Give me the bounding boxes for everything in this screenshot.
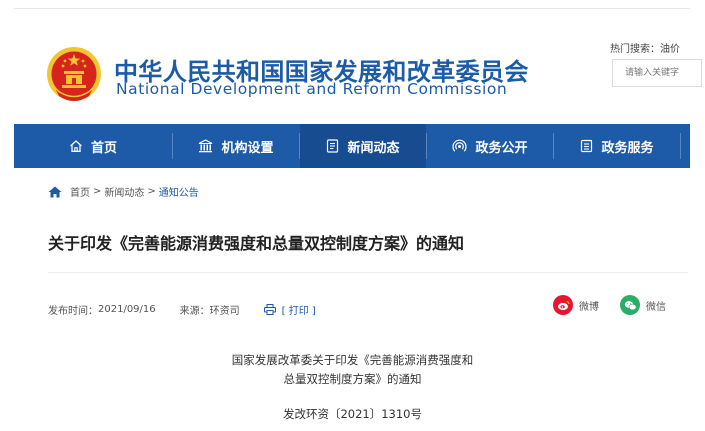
breadcrumb: 首页 > 新闻动态 > 通知公告	[48, 184, 199, 199]
source-label: 来源：	[179, 306, 210, 317]
search-input[interactable]	[613, 60, 701, 86]
document-number: 发改环资〔2021〕1310号	[282, 407, 423, 421]
share-weibo-label: 微博	[579, 301, 599, 313]
share-wechat-button[interactable]: 微信	[620, 295, 666, 315]
top-divider	[14, 8, 690, 9]
nav-label-organization: 机构设置	[221, 140, 274, 156]
print-label: [ 打印 ]	[281, 306, 316, 317]
nav-item-home[interactable]: 首页	[14, 124, 172, 168]
publish-date: 2021/09/16	[98, 304, 156, 315]
building-icon	[198, 139, 213, 153]
home-icon	[69, 139, 83, 153]
title-divider	[48, 272, 688, 273]
nav-label-news: 新闻动态	[347, 140, 400, 156]
home-icon[interactable]	[48, 186, 62, 198]
document-heading-line-1: 国家发展改革委关于印发《完善能源消费强度和	[231, 353, 474, 367]
national-emblem-icon	[47, 47, 101, 101]
nav-item-services[interactable]: 政务服务	[554, 124, 680, 168]
wechat-icon	[620, 295, 640, 315]
nav-item-government-affairs[interactable]: 政务公开	[427, 124, 553, 168]
breadcrumb-separator: >	[147, 186, 156, 197]
publish-label: 发布时间：	[48, 306, 98, 317]
nav-label-services: 政务服务	[601, 140, 654, 156]
weibo-icon	[553, 295, 573, 315]
print-button[interactable]: [ 打印 ]	[263, 302, 316, 317]
source-value: 环资司	[209, 306, 240, 317]
search-box	[612, 59, 702, 87]
news-icon	[326, 139, 339, 153]
share-wechat-label: 微信	[646, 301, 666, 313]
printer-icon	[263, 304, 276, 315]
breadcrumb-news[interactable]: 新闻动态	[104, 184, 144, 199]
breadcrumb-current[interactable]: 通知公告	[159, 184, 199, 199]
nav-item-organization[interactable]: 机构设置	[173, 124, 299, 168]
nav-item-news[interactable]: 新闻动态	[300, 124, 426, 168]
service-icon	[580, 139, 593, 153]
share-weibo-button[interactable]: 微博	[553, 295, 599, 315]
article-meta: 发布时间： 2021/09/16 来源： 环资司 [ 打印 ]	[48, 302, 316, 317]
nav-label-government-affairs: 政务公开	[475, 140, 528, 156]
document-heading-line-2: 总量双控制度方案》的通知	[283, 372, 422, 386]
breadcrumb-separator: >	[93, 186, 102, 197]
main-nav: 首页 机构设置 新闻动态 政务公开 政务服务	[14, 124, 690, 168]
site-title-en: National Development and Reform Commissi…	[116, 80, 508, 98]
breadcrumb-home[interactable]: 首页	[70, 184, 90, 199]
article-title: 关于印发《完善能源消费强度和总量双控制度方案》的通知	[48, 234, 465, 253]
nav-divider	[680, 133, 681, 159]
broadcast-icon	[452, 139, 468, 153]
hot-search-term[interactable]: 油价	[660, 44, 680, 55]
hot-search: 热门搜索：油价	[610, 40, 680, 55]
hot-search-label: 热门搜索：	[610, 44, 660, 55]
nav-label-home: 首页	[90, 140, 117, 156]
